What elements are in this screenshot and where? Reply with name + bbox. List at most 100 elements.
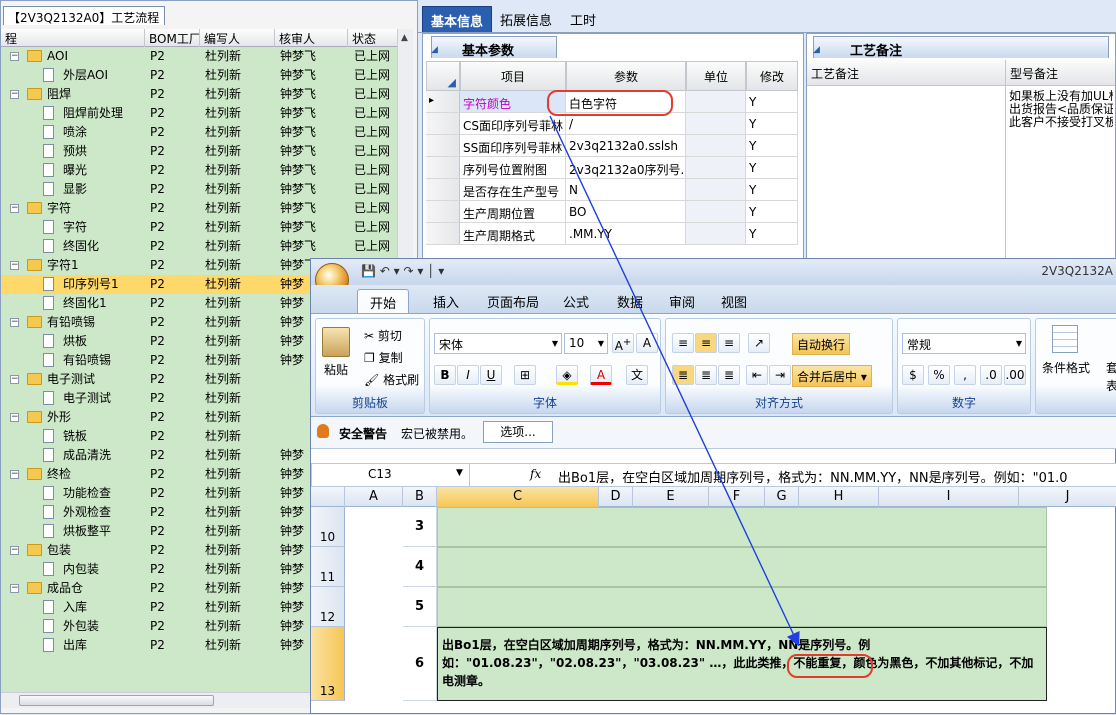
grid-cell-param[interactable]: BO <box>566 201 686 223</box>
namebox-dropdown-icon[interactable]: ▼ <box>456 468 463 478</box>
ribbon-tab[interactable]: 公式 <box>551 289 601 313</box>
column-header[interactable]: C <box>437 487 599 507</box>
increase-decimal-icon[interactable]: .0 <box>980 365 1002 385</box>
decrease-decimal-icon[interactable]: .00 <box>1004 365 1026 385</box>
border-icon[interactable]: ⊞ <box>514 365 536 385</box>
wrap-text-button[interactable]: 自动换行 <box>792 333 851 355</box>
paste-icon[interactable] <box>322 327 350 357</box>
number-format-select[interactable]: 常规 ▼ <box>902 333 1026 354</box>
cell-c[interactable]: 出Bo1层，在空白区域加周期序列号，格式为：NN.MM.YY，NN是序列号。例如… <box>437 627 1047 701</box>
cell-b[interactable]: 3 <box>403 507 437 547</box>
grid-header-param[interactable]: 参数 <box>566 61 686 91</box>
formula-input[interactable]: 出Bo1层，在空白区域加周期序列号，格式为：NN.MM.YY，NN是序列号。例如… <box>558 467 1114 486</box>
column-header[interactable]: H <box>799 487 879 507</box>
grid-cell-unit[interactable] <box>686 113 746 135</box>
grid-cell-unit[interactable] <box>686 135 746 157</box>
worksheet[interactable]: 10 3 11 4 12 5 13 6 出Bo1层，在空白区域加周期序列号，格式为：NN.MM.… <box>311 507 1116 715</box>
ribbon-tab[interactable]: 开始 <box>357 289 410 313</box>
grid-cell-unit[interactable] <box>686 201 746 223</box>
tree-row[interactable]: 曝光 P2 杜列新 钟梦飞 已上网 <box>1 161 397 180</box>
grid-row[interactable]: CS面印序列号菲林 / Y <box>426 113 798 135</box>
tree-row[interactable]: 字符 P2 杜列新 钟梦飞 已上网 <box>1 218 397 237</box>
tab-process-remark[interactable]: ◢ 工艺备注 <box>813 36 1109 59</box>
align-left-icon[interactable]: ≣ <box>672 365 694 385</box>
format-table-button[interactable]: 套 <box>1106 359 1116 376</box>
cell-b[interactable]: 4 <box>403 547 437 587</box>
tree-row[interactable]: − 字符 P2 杜列新 钟梦飞 已上网 <box>1 199 397 218</box>
paste-button[interactable]: 粘贴 <box>324 361 348 378</box>
col-header-status[interactable]: 状态 <box>348 29 398 47</box>
column-header[interactable]: F <box>709 487 765 507</box>
function-icon[interactable]: fx <box>530 467 541 481</box>
orientation-icon[interactable]: ↗ <box>748 333 770 353</box>
scroll-up-icon[interactable]: ▲ <box>401 33 408 43</box>
tree-row[interactable]: 显影 P2 杜列新 钟梦飞 已上网 <box>1 180 397 199</box>
column-header[interactable]: A <box>345 487 403 507</box>
increase-indent-icon[interactable]: ⇥ <box>769 365 791 385</box>
tree-row[interactable]: 终固化 P2 杜列新 钟梦飞 已上网 <box>1 237 397 256</box>
conditional-format-button[interactable]: 条件格式 <box>1042 359 1090 376</box>
grid-cell-param[interactable]: N <box>566 179 686 201</box>
grid-cell-modify[interactable]: Y <box>746 223 798 245</box>
remark-col-process[interactable]: 工艺备注 <box>811 65 859 82</box>
remark-col-model[interactable]: 型号备注 <box>1010 65 1058 82</box>
tab-work-hours[interactable]: 工时 <box>562 6 604 32</box>
column-header[interactable]: E <box>633 487 709 507</box>
font-size-select[interactable]: 10 ▼ <box>564 333 608 354</box>
align-middle-icon[interactable]: ≡ <box>695 333 717 353</box>
grow-font-icon[interactable]: A+ <box>612 333 634 353</box>
underline-icon[interactable]: U <box>480 365 502 385</box>
grid-cell-unit[interactable] <box>686 223 746 245</box>
grid-cell-item[interactable]: CS面印序列号菲林 <box>460 113 566 135</box>
collapse-toggle-icon[interactable]: − <box>10 470 19 479</box>
select-all-corner[interactable] <box>311 487 345 507</box>
column-header[interactable]: G <box>765 487 799 507</box>
ribbon-tab[interactable]: 视图 <box>709 289 759 313</box>
column-header[interactable]: I <box>879 487 1019 507</box>
grid-cell-unit[interactable] <box>686 179 746 201</box>
copy-button[interactable]: ❐ 复制 <box>364 349 403 366</box>
tree-row[interactable]: − AOI P2 杜列新 钟梦飞 已上网 <box>1 47 397 66</box>
ribbon-tab[interactable]: 插入 <box>421 289 471 313</box>
grid-cell-param[interactable]: / <box>566 113 686 135</box>
grid-cell-param[interactable]: 2v3q2132a0.sslsh <box>566 135 686 157</box>
percent-icon[interactable]: % <box>928 365 950 385</box>
cell-b[interactable]: 5 <box>403 587 437 627</box>
grid-cell-modify[interactable]: Y <box>746 91 798 113</box>
grid-cell-param[interactable]: .MM.YY <box>566 223 686 245</box>
name-box[interactable]: C13 <box>312 464 470 486</box>
tree-row[interactable]: − 阻焊 P2 杜列新 钟梦飞 已上网 <box>1 85 397 104</box>
tab-basic-info[interactable]: 基本信息 <box>422 6 493 32</box>
tree-row[interactable]: 外层AOI P2 杜列新 钟梦飞 已上网 <box>1 66 397 85</box>
grid-row[interactable]: 生产周期格式 .MM.YY Y <box>426 223 798 245</box>
grid-row[interactable]: SS面印序列号菲林 2v3q2132a0.sslsh Y <box>426 135 798 157</box>
collapse-toggle-icon[interactable]: − <box>10 204 19 213</box>
align-bottom-icon[interactable]: ≡ <box>718 333 740 353</box>
grid-cell-modify[interactable]: Y <box>746 201 798 223</box>
grid-cell-item[interactable]: 生产周期位置 <box>460 201 566 223</box>
grid-cell-modify[interactable]: Y <box>746 135 798 157</box>
merge-center-button[interactable]: 合并后居中 ▾ <box>792 365 872 387</box>
font-name-select[interactable]: 宋体 ▼ <box>434 333 562 354</box>
align-top-icon[interactable]: ≡ <box>672 333 694 353</box>
col-header-reviewer[interactable]: 核审人 <box>275 29 348 47</box>
row-header[interactable]: 13 <box>311 627 345 701</box>
quick-access-toolbar[interactable]: 💾 ↶ ▾ ↷ ▾ │ ▾ <box>361 264 444 278</box>
fill-color-icon[interactable]: ◈ <box>556 365 578 385</box>
collapse-toggle-icon[interactable]: − <box>10 584 19 593</box>
collapse-toggle-icon[interactable]: − <box>10 90 19 99</box>
grid-header-modify[interactable]: 修改 <box>746 61 798 91</box>
grid-cell-unit[interactable] <box>686 91 746 113</box>
scroll-thumb[interactable] <box>19 695 214 706</box>
comma-icon[interactable]: , <box>954 365 976 385</box>
panel-title-tab[interactable]: 【2V3Q2132A0】工艺流程 <box>3 6 165 25</box>
collapse-toggle-icon[interactable]: − <box>10 261 19 270</box>
grid-cell-modify[interactable]: Y <box>746 113 798 135</box>
col-header-bom[interactable]: BOM工厂 <box>145 29 200 47</box>
tree-row[interactable]: 喷涂 P2 杜列新 钟梦飞 已上网 <box>1 123 397 142</box>
tree-row[interactable]: 阻焊前处理 P2 杜列新 钟梦飞 已上网 <box>1 104 397 123</box>
align-right-icon[interactable]: ≣ <box>718 365 740 385</box>
grid-cell-item[interactable]: 生产周期格式 <box>460 223 566 245</box>
ribbon-tab[interactable]: 页面布局 <box>475 289 551 313</box>
column-header[interactable]: B <box>403 487 437 507</box>
